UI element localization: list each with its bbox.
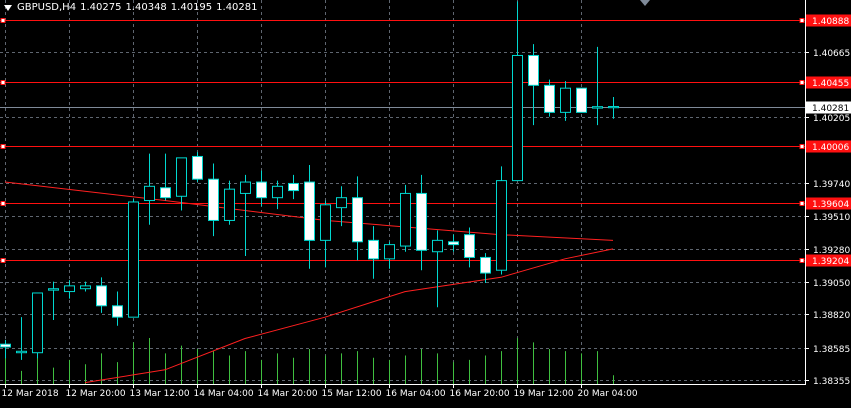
level-handle-right[interactable] bbox=[799, 258, 805, 263]
candle[interactable] bbox=[496, 166, 507, 275]
candle-body-bearish bbox=[208, 178, 219, 221]
level-handle-left[interactable] bbox=[0, 201, 6, 206]
candle-body-bearish bbox=[288, 182, 299, 192]
candle-body-bullish bbox=[272, 185, 283, 199]
price-tick-label: 1.38585 bbox=[813, 345, 850, 355]
candle[interactable] bbox=[128, 199, 139, 318]
price-tick-label: 1.39740 bbox=[813, 180, 850, 190]
price-tick-label: 1.38355 bbox=[813, 377, 850, 387]
candle-body-bullish bbox=[16, 350, 27, 354]
level-handle-right[interactable] bbox=[799, 80, 805, 85]
level-price-label: 1.39604 bbox=[812, 200, 849, 210]
candle-body-bearish bbox=[0, 343, 11, 348]
chart-window[interactable]: 12 Mar 2018 12 Mar 20:00 13 Mar 12:00 14 Ma… bbox=[0, 0, 851, 404]
candle-body-bearish bbox=[464, 234, 475, 258]
candle-body-bullish bbox=[240, 181, 251, 194]
candle-body-bullish bbox=[32, 292, 43, 354]
level-handle-right[interactable] bbox=[799, 18, 805, 23]
candle-body-bullish bbox=[560, 87, 571, 113]
level-handle-left[interactable] bbox=[0, 18, 6, 23]
price-tick-label: 1.40205 bbox=[813, 114, 850, 124]
level-handle-left[interactable] bbox=[0, 144, 6, 149]
level-handle-right[interactable] bbox=[799, 144, 805, 149]
level-price-label: 1.40006 bbox=[812, 143, 849, 153]
time-tick-label: 16 Mar 20:00 bbox=[450, 389, 510, 399]
candle-body-bullish bbox=[80, 285, 91, 290]
price-tick-label: 1.39510 bbox=[813, 213, 850, 223]
candle-body-bullish bbox=[496, 180, 507, 271]
candle-body-bearish bbox=[448, 241, 459, 246]
candle-body-bullish bbox=[384, 244, 395, 260]
price-tick-label: 1.40665 bbox=[813, 49, 850, 59]
candle[interactable] bbox=[32, 292, 43, 359]
candle[interactable] bbox=[400, 184, 411, 252]
time-tick-label: 16 Mar 04:00 bbox=[386, 389, 446, 399]
chart-shift-marker-icon[interactable] bbox=[640, 0, 650, 6]
candle-body-bullish bbox=[48, 288, 59, 291]
candle-body-bullish bbox=[432, 239, 443, 253]
level-handle-left[interactable] bbox=[0, 258, 6, 263]
level-price-label: 1.39204 bbox=[812, 257, 849, 267]
dropdown-triangle-icon[interactable] bbox=[4, 5, 12, 11]
candle-body-bearish bbox=[368, 239, 379, 260]
candle-body-bullish bbox=[320, 204, 331, 241]
candle-body-bearish bbox=[112, 305, 123, 318]
candle-body-bearish bbox=[352, 197, 363, 243]
candle-body-bullish bbox=[128, 201, 139, 318]
candle-body-bearish bbox=[96, 285, 107, 307]
time-tick-label: 14 Mar 20:00 bbox=[258, 389, 318, 399]
candle-body-bearish bbox=[576, 87, 587, 113]
time-tick-label: 20 Mar 04:00 bbox=[578, 389, 638, 399]
time-tick-label: 12 Mar 2018 bbox=[2, 389, 59, 399]
symbol-label: GBPUSD,H4 bbox=[17, 2, 77, 13]
price-tick-label: 1.39050 bbox=[813, 279, 850, 289]
time-tick-label: 14 Mar 04:00 bbox=[194, 389, 254, 399]
level-handle-left[interactable] bbox=[0, 80, 6, 85]
candle-body-bullish bbox=[592, 106, 603, 109]
current-price-label: 1.40281 bbox=[812, 104, 849, 114]
candle[interactable] bbox=[576, 87, 587, 113]
level-price-label: 1.40888 bbox=[812, 17, 849, 27]
time-tick-label: 19 Mar 12:00 bbox=[514, 389, 574, 399]
candle-body-bullish bbox=[512, 54, 523, 182]
symbol-info-bar: GBPUSD,H4 1.40275 1.40348 1.40195 1.4028… bbox=[4, 1, 258, 15]
time-tick-label: 12 Mar 20:00 bbox=[66, 389, 126, 399]
time-tick-label: 15 Mar 12:00 bbox=[322, 389, 382, 399]
candle-body-bearish bbox=[192, 155, 203, 180]
candle-body-bullish bbox=[400, 192, 411, 247]
open-value: 1.40275 bbox=[80, 2, 122, 13]
price-chart[interactable]: 12 Mar 2018 12 Mar 20:00 13 Mar 12:00 14 Ma… bbox=[0, 0, 851, 404]
candle-body-bearish bbox=[256, 181, 267, 199]
ohlc-values: 1.40275 1.40348 1.40195 1.40281 bbox=[80, 1, 257, 15]
candle-body-bullish bbox=[224, 188, 235, 221]
candle-body-bullish bbox=[608, 106, 619, 109]
candle-body-bearish bbox=[160, 187, 171, 199]
candle-body-bearish bbox=[304, 181, 315, 241]
candle-body-bearish bbox=[528, 54, 539, 86]
candle-body-bullish bbox=[64, 285, 75, 293]
candle[interactable] bbox=[192, 152, 203, 183]
candle[interactable] bbox=[544, 79, 555, 117]
candle-body-bearish bbox=[480, 256, 491, 274]
candle-body-bullish bbox=[144, 185, 155, 202]
level-price-label: 1.40455 bbox=[812, 79, 849, 89]
time-tick-label: 13 Mar 12:00 bbox=[130, 389, 190, 399]
candle-body-bearish bbox=[544, 84, 555, 113]
price-tick-label: 1.38820 bbox=[813, 311, 850, 321]
candle-body-bearish bbox=[416, 192, 427, 251]
level-handle-right[interactable] bbox=[799, 201, 805, 206]
candle-body-bullish bbox=[176, 157, 187, 197]
low-value: 1.40195 bbox=[170, 2, 213, 13]
close-value: 1.40281 bbox=[216, 2, 258, 13]
high-value: 1.40348 bbox=[125, 2, 167, 13]
candle-body-bullish bbox=[336, 197, 347, 209]
